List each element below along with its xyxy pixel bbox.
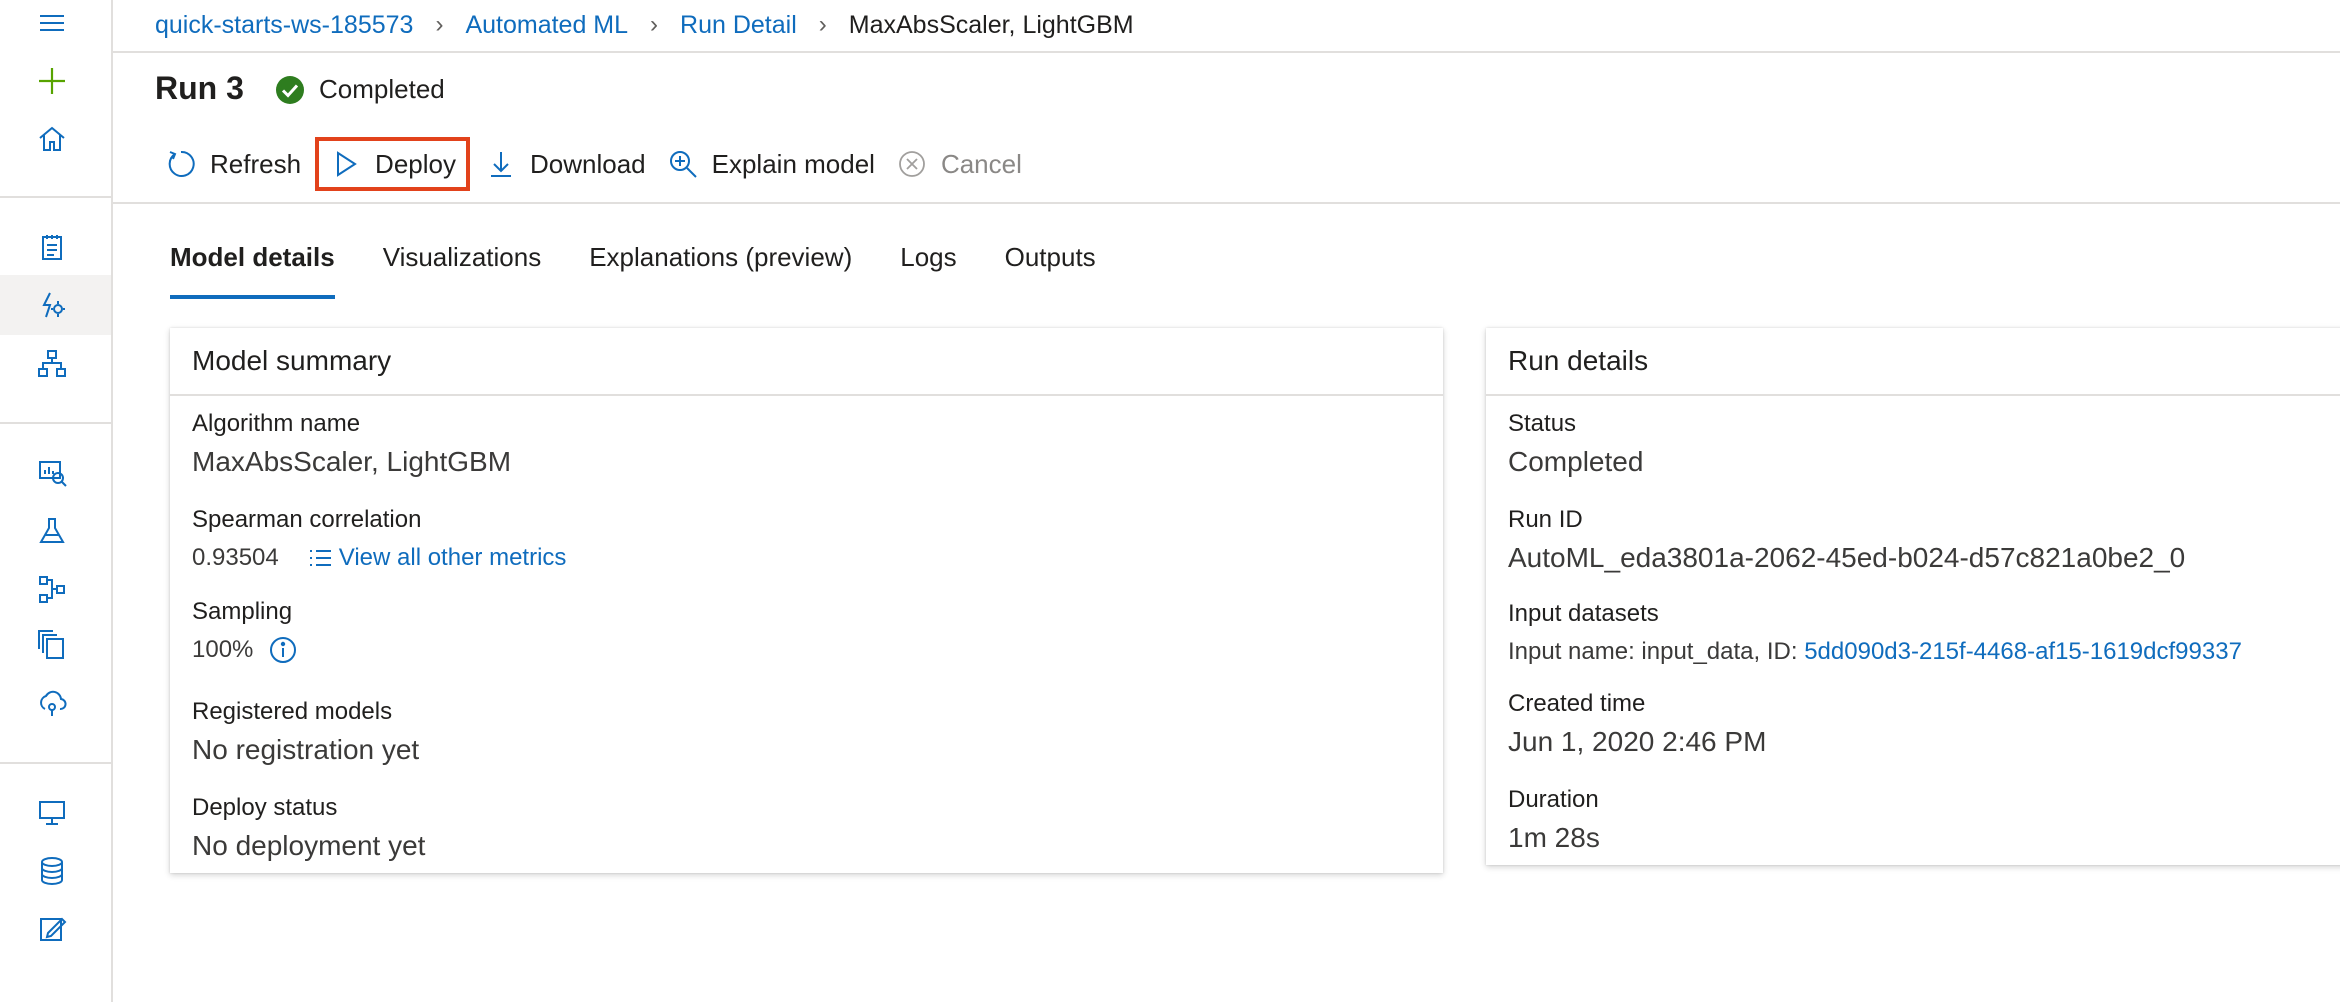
download-button[interactable]: Download	[480, 139, 652, 189]
breadcrumb-current: MaxAbsScaler, LightGBM	[848, 10, 1134, 39]
tab-strip: Model details Visualizations Explanation…	[170, 242, 1144, 299]
view-all-metrics-link[interactable]: View all other metrics	[339, 544, 567, 572]
algorithm-value: MaxAbsScaler, LightGBM	[192, 446, 512, 477]
breadcrumb-run-detail-link[interactable]: Run Detail	[680, 11, 797, 40]
toolbar-divider	[111, 202, 2340, 204]
deploy-status-label: Deploy status	[192, 794, 338, 821]
status-value: Completed	[1508, 446, 1644, 477]
model-summary-card: Model summary Algorithm name MaxAbsScale…	[170, 328, 1443, 873]
input-datasets-prefix: Input name: input_data, ID:	[1508, 638, 1805, 665]
deploy-status-value: No deployment yet	[192, 830, 426, 861]
left-nav-rail	[0, 0, 113, 1002]
chevron-right-icon: ›	[818, 11, 827, 38]
tab-explanations[interactable]: Explanations (preview)	[589, 242, 852, 299]
play-icon	[337, 151, 357, 177]
create-new-plus-icon[interactable]	[33, 62, 71, 100]
notebooks-icon[interactable]	[33, 228, 71, 266]
refresh-icon	[168, 150, 195, 177]
registered-models-field: Registered models No registration yet	[192, 698, 419, 766]
spearman-row: 0.93504 View all other metrics	[192, 544, 566, 572]
sampling-label: Sampling	[192, 598, 293, 625]
home-icon[interactable]	[33, 120, 71, 158]
explain-model-label: Explain model	[711, 148, 875, 179]
tab-logs[interactable]: Logs	[900, 242, 956, 299]
model-summary-heading: Model summary	[170, 328, 1443, 396]
deploy-label: Deploy	[375, 148, 456, 179]
info-icon[interactable]	[269, 636, 297, 664]
status-label: Status	[1508, 410, 1577, 437]
algorithm-label: Algorithm name	[192, 410, 361, 437]
pipelines-icon[interactable]	[33, 570, 71, 608]
cancel-icon	[899, 151, 925, 177]
experiments-icon[interactable]	[33, 512, 71, 550]
tab-visualizations[interactable]: Visualizations	[383, 242, 542, 299]
cancel-label: Cancel	[940, 148, 1022, 179]
duration-label: Duration	[1508, 786, 1599, 813]
spearman-label: Spearman correlation	[192, 506, 422, 533]
breadcrumb-automated-ml-link[interactable]: Automated ML	[465, 11, 628, 40]
sampling-value: 100%	[192, 636, 254, 663]
hamburger-menu-icon[interactable]	[33, 4, 71, 42]
models-icon[interactable]	[33, 626, 71, 664]
input-datasets-label: Input datasets	[1508, 600, 1659, 627]
download-label: Download	[529, 148, 646, 179]
zoom-in-icon	[669, 151, 697, 178]
run-id-field: Run ID AutoML_eda3801a-2062-45ed-b024-d5…	[1508, 506, 2185, 574]
dataset-id-link[interactable]: 5dd090d3-215f-4468-af15-1619dcf99337	[1804, 638, 2242, 666]
run-details-heading: Run details	[1486, 328, 2340, 396]
registered-models-value: No registration yet	[192, 734, 420, 765]
datastores-icon[interactable]	[33, 852, 71, 890]
deploy-status-field: Deploy status No deployment yet	[192, 794, 425, 862]
input-datasets-field: Input datasets Input name: input_data, I…	[1508, 600, 2242, 666]
breadcrumb-divider	[111, 51, 2340, 53]
deploy-button[interactable]: Deploy	[315, 137, 470, 191]
status-field: Status Completed	[1508, 410, 1643, 478]
spearman-value: 0.93504	[192, 544, 279, 571]
run-status: Completed	[275, 74, 445, 105]
run-id-value: AutoML_eda3801a-2062-45ed-b024-d57c821a0…	[1508, 542, 2186, 573]
endpoints-icon[interactable]	[33, 684, 71, 722]
created-time-label: Created time	[1508, 690, 1646, 717]
datasets-icon[interactable]	[33, 454, 71, 492]
sampling-row: 100%	[192, 636, 297, 664]
run-details-card: Run details Status Completed Run ID Auto…	[1486, 328, 2340, 865]
registered-models-label: Registered models	[192, 698, 393, 725]
created-time-field: Created time Jun 1, 2020 2:46 PM	[1508, 690, 1766, 758]
page-title: Run 3	[155, 70, 244, 106]
run-status-text: Completed	[319, 74, 445, 104]
list-icon	[307, 545, 333, 571]
refresh-button[interactable]: Refresh	[160, 139, 307, 189]
algorithm-field: Algorithm name MaxAbsScaler, LightGBM	[192, 410, 511, 478]
duration-value: 1m 28s	[1508, 822, 1600, 853]
explain-model-button[interactable]: Explain model	[662, 139, 881, 189]
tab-model-details[interactable]: Model details	[170, 242, 335, 299]
success-check-icon	[276, 75, 304, 104]
cancel-button[interactable]: Cancel	[891, 139, 1028, 189]
designer-icon[interactable]	[33, 344, 71, 382]
tab-outputs[interactable]: Outputs	[1005, 242, 1096, 299]
spearman-field: Spearman correlation 0.93504 View all ot…	[192, 506, 566, 572]
run-id-label: Run ID	[1508, 506, 1583, 533]
download-icon	[490, 152, 511, 177]
chevron-right-icon: ›	[435, 11, 444, 38]
breadcrumb: quick-starts-ws-185573 › Automated ML › …	[155, 8, 1134, 42]
automated-ml-icon[interactable]	[33, 286, 71, 324]
data-labeling-icon[interactable]	[33, 910, 71, 948]
breadcrumb-workspace-link[interactable]: quick-starts-ws-185573	[155, 11, 413, 40]
created-time-value: Jun 1, 2020 2:46 PM	[1508, 726, 1767, 757]
sampling-field: Sampling 100%	[192, 598, 297, 664]
refresh-label: Refresh	[210, 148, 302, 179]
chevron-right-icon: ›	[650, 11, 659, 38]
compute-icon[interactable]	[33, 794, 71, 832]
input-datasets-row: Input name: input_data, ID: 5dd090d3-215…	[1508, 638, 2242, 666]
duration-field: Duration 1m 28s	[1508, 786, 1600, 854]
command-bar: Refresh Deploy Download Explain model Ca…	[160, 137, 1038, 191]
